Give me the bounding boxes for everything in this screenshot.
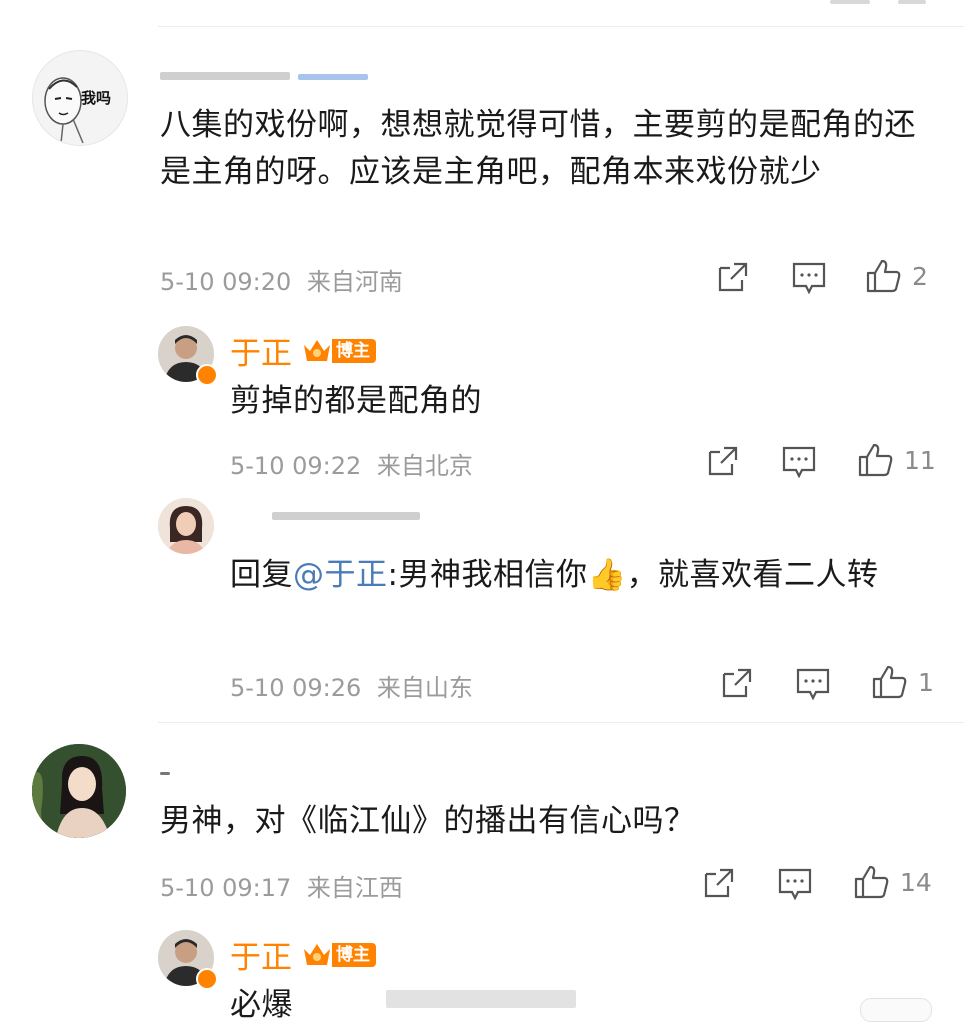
blogger-badge: 博主 <box>302 941 376 969</box>
comment-location: 来自江西 <box>306 874 403 902</box>
comment-location: 来自河南 <box>306 268 403 296</box>
share-button[interactable] <box>720 666 754 700</box>
reply-location: 来自山东 <box>376 674 473 702</box>
badge-label: 博主 <box>332 338 376 363</box>
share-icon <box>704 868 734 898</box>
reply-text: 剪掉的都是配角的 <box>230 383 482 419</box>
comment-button[interactable] <box>782 446 816 478</box>
reply-text-part: ，就喜欢看二人转 <box>626 557 879 593</box>
person-photo-icon <box>158 498 214 554</box>
like-button[interactable]: 1 <box>872 664 934 700</box>
like-icon <box>872 665 907 699</box>
comment-meta: 5-10 09:20 来自河南 <box>160 262 403 297</box>
reply-meta: 5-10 09:22 来自北京 <box>230 446 473 481</box>
share-icon <box>718 262 748 292</box>
comment-divider <box>158 722 964 723</box>
like-count: 11 <box>904 445 936 475</box>
thumbs-up-emoji-icon: 👍 <box>587 557 627 593</box>
comment-meta: 5-10 09:17 来自江西 <box>160 868 403 903</box>
blogger-badge: 博主 <box>302 337 376 365</box>
comment-icon <box>782 446 816 478</box>
person-photo-icon <box>32 744 126 838</box>
reply-meta: 5-10 09:26 来自山东 <box>230 668 473 703</box>
reply-time: 5-10 09:26 <box>230 674 362 702</box>
reply-location: 来自北京 <box>376 452 473 480</box>
author-name[interactable]: 于正 <box>230 932 292 977</box>
like-icon <box>854 865 889 899</box>
like-icon <box>866 259 901 293</box>
mention-link[interactable]: @于正 <box>293 557 388 593</box>
avatar[interactable] <box>32 744 126 838</box>
share-icon <box>722 668 752 698</box>
share-button[interactable] <box>702 866 736 900</box>
avatar-caption: 我吗 <box>81 89 112 107</box>
like-count: 2 <box>912 261 928 291</box>
share-icon <box>708 446 738 476</box>
comment-time: 5-10 09:20 <box>160 268 292 296</box>
avatar[interactable] <box>158 498 214 554</box>
blurred-username <box>160 72 290 80</box>
comment-icon <box>792 262 826 294</box>
like-button[interactable]: 14 <box>854 864 932 900</box>
reply-header: 于正 博主 <box>230 932 376 977</box>
crown-icon <box>304 943 330 965</box>
vip-badge-dot <box>196 364 218 386</box>
comment-button[interactable] <box>778 868 812 900</box>
reply-header: 于正 博主 <box>230 328 376 373</box>
cropped-header-remnant <box>898 0 926 4</box>
watermark <box>860 998 932 1022</box>
comment-button[interactable] <box>792 262 826 294</box>
reply-text: 必爆 <box>230 987 293 1023</box>
comment-button[interactable] <box>796 668 830 700</box>
cropped-header-remnant <box>830 0 870 4</box>
comment-icon <box>796 668 830 700</box>
like-button[interactable]: 11 <box>858 442 936 478</box>
reply-time: 5-10 09:22 <box>230 452 362 480</box>
comment-text: 男神，对《临江仙》的播出有信心吗？ <box>160 803 696 839</box>
reply-text: 回复@于正:男神我相信你👍，就喜欢看二人转 <box>230 552 930 599</box>
avatar[interactable]: 我吗 <box>32 50 128 146</box>
top-divider <box>158 26 964 27</box>
comment-time: 5-10 09:17 <box>160 874 292 902</box>
crown-icon <box>304 339 330 361</box>
comment-icon <box>778 868 812 900</box>
share-button[interactable] <box>716 260 750 294</box>
like-icon <box>858 443 893 477</box>
comment-text: 八集的戏份啊，想想就觉得可惜，主要剪的是配角的还是主角的呀。应该是主角吧，配角本… <box>160 107 916 190</box>
reply-prefix: 回复 <box>230 557 293 593</box>
like-count: 1 <box>918 667 934 697</box>
blurred-overlay <box>386 990 576 1008</box>
meme-face-icon <box>44 77 84 144</box>
blurred-username <box>160 772 170 775</box>
badge-label: 博主 <box>332 942 376 967</box>
blurred-username <box>272 512 420 520</box>
like-count: 14 <box>900 867 932 897</box>
vip-badge-dot <box>196 968 218 990</box>
author-name[interactable]: 于正 <box>230 328 292 373</box>
blurred-username-tag <box>298 74 368 80</box>
like-button[interactable]: 2 <box>866 258 928 294</box>
share-button[interactable] <box>706 444 740 478</box>
reply-text-part: :男神我相信你 <box>387 557 588 593</box>
